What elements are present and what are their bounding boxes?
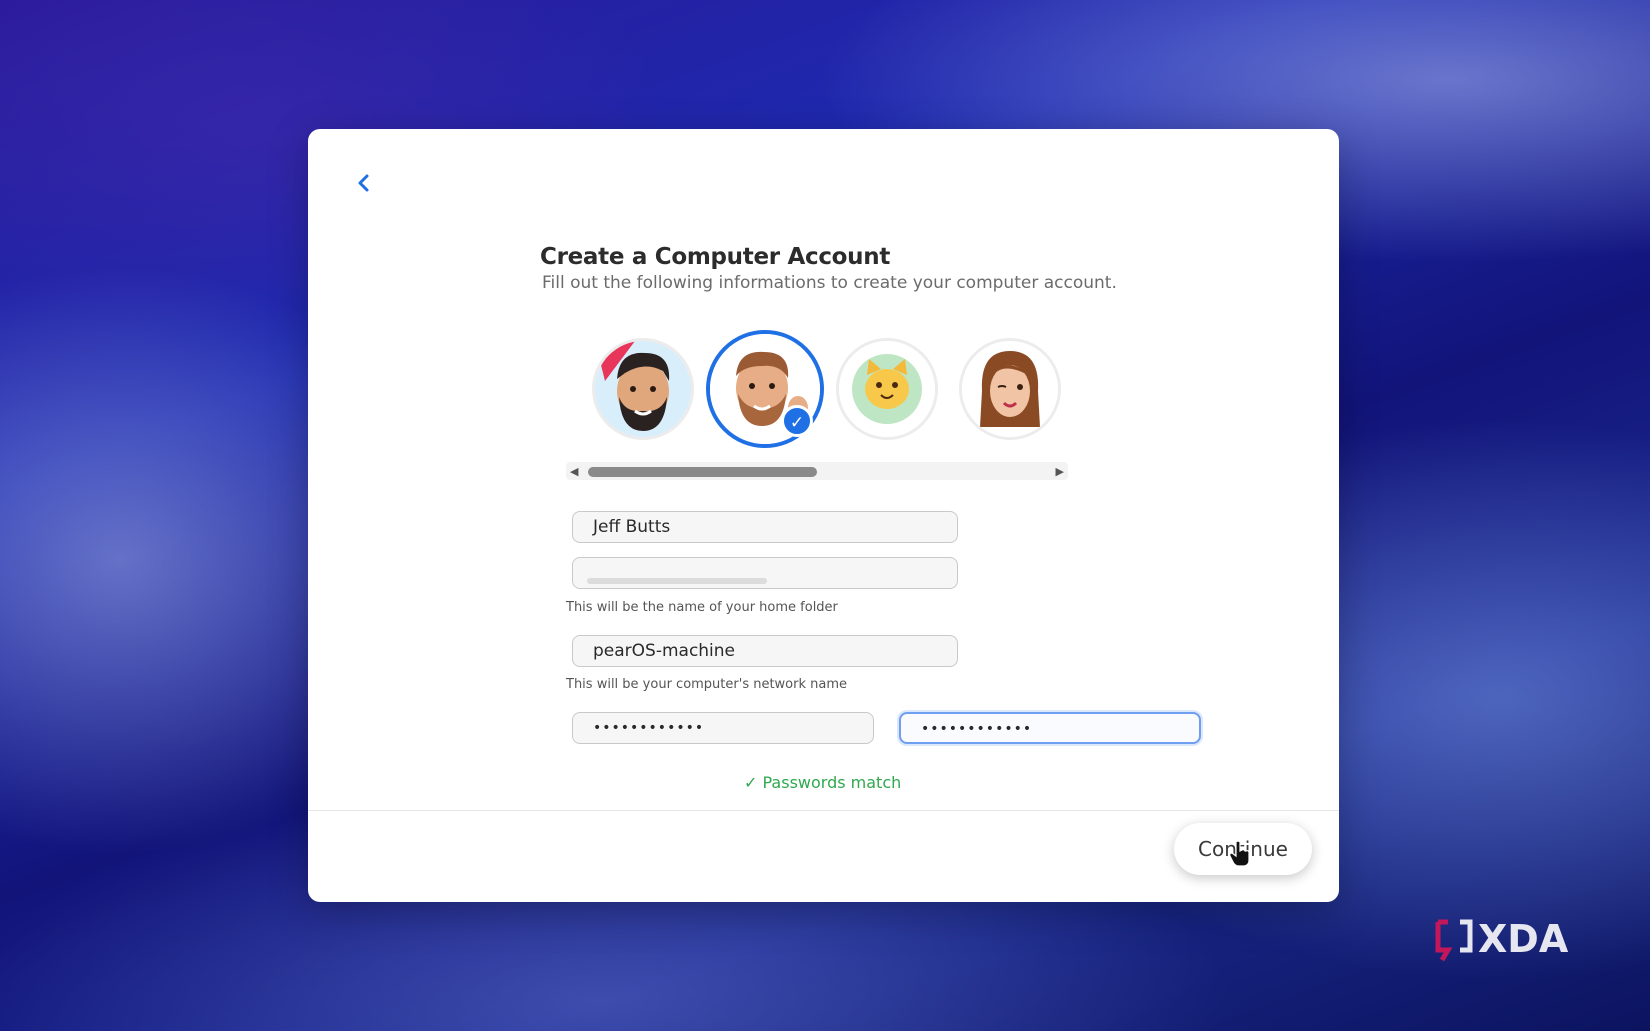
memoji-man-dark-beard-icon [595, 341, 691, 437]
scroll-right-arrow-icon[interactable]: ▶ [1056, 465, 1064, 478]
account-name-hint: This will be the name of your home folde… [566, 600, 838, 615]
avatar-option-4[interactable] [959, 338, 1061, 440]
account-name-field[interactable] [572, 557, 958, 589]
cat-emoji-icon [839, 341, 935, 437]
xda-text: XDA [1478, 917, 1569, 961]
account-name-loading-bar [587, 578, 767, 584]
computer-name-field[interactable]: pearOS-machine [572, 635, 958, 667]
footer-divider [308, 810, 1339, 811]
avatar-option-3[interactable] [836, 338, 938, 440]
avatar-option-1[interactable] [592, 338, 694, 440]
page-subtitle: Fill out the following informations to c… [542, 273, 1117, 293]
xda-logo-icon: XDA [1435, 917, 1569, 962]
computer-name-hint: This will be your computer's network nam… [566, 677, 848, 692]
selected-check-icon: ✓ [781, 405, 813, 437]
page-title: Create a Computer Account [540, 244, 891, 270]
back-button[interactable] [354, 169, 378, 199]
password-field[interactable]: •••••••••••• [572, 712, 874, 744]
verify-password-field[interactable]: •••••••••••• [899, 712, 1201, 744]
hand-cursor-icon [1229, 840, 1250, 867]
full-name-field[interactable]: Jeff Butts [572, 511, 958, 543]
avatar-scrollbar[interactable]: ◀ ▶ [566, 462, 1068, 480]
chevron-left-icon [358, 174, 369, 192]
scroll-left-arrow-icon[interactable]: ◀ [570, 465, 578, 478]
xda-watermark: XDA [1434, 916, 1594, 962]
scrollbar-thumb[interactable] [588, 467, 817, 477]
password-match-status: ✓ Passwords match [744, 773, 902, 792]
setup-card: Create a Computer Account Fill out the f… [308, 129, 1339, 902]
memoji-woman-wink-icon [962, 341, 1058, 437]
